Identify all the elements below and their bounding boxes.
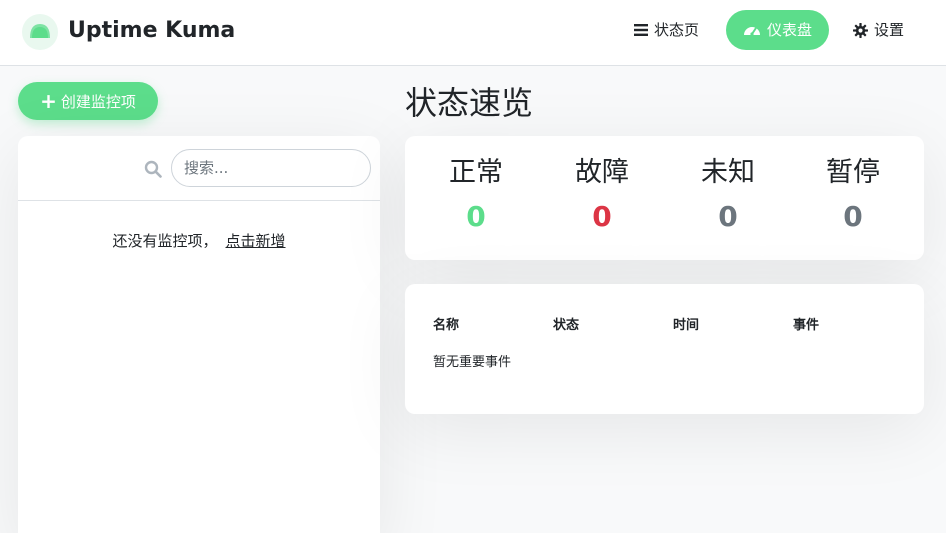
stat-pause-value: 0 [843, 200, 863, 233]
column-header-time: 时间 [673, 318, 700, 333]
search-icon [144, 160, 162, 178]
search-bar [18, 136, 380, 201]
gear-icon [853, 22, 868, 38]
plus-icon: + [40, 89, 57, 113]
no-events-message: 暂无重要事件 [433, 355, 512, 370]
column-header-status: 状态 [553, 318, 580, 333]
kuma-logo-icon[interactable] [22, 14, 58, 50]
column-header-event: 事件 [793, 318, 820, 333]
stat-down-label: 故障 [575, 157, 629, 188]
nav-dashboard[interactable]: 仪表盘 [726, 10, 829, 50]
column-header-name: 名称 [433, 318, 460, 333]
create-monitor-label: 创建监控项 [60, 92, 136, 111]
create-monitor-button[interactable]: + 创建监控项 [18, 82, 158, 120]
important-events-table: 名称 状态 时间 事件 暂无重要事件 [405, 284, 924, 414]
stat-unknown: 未知 0 [673, 154, 783, 236]
stat-down: 故障 0 [547, 154, 657, 236]
app-title[interactable]: Uptime Kuma [68, 16, 235, 46]
stat-pause: 暂停 0 [798, 154, 908, 236]
stat-pause-label: 暂停 [826, 157, 880, 188]
top-navbar: Uptime Kuma 状态页 仪表盘 设置 [0, 0, 946, 66]
stat-down-value: 0 [592, 200, 612, 233]
status-overview-card: 正常 0 故障 0 未知 0 暂停 0 [405, 136, 924, 260]
nav-settings-label: 设置 [874, 21, 905, 39]
stat-up-value: 0 [466, 200, 486, 233]
search-input[interactable] [171, 149, 371, 187]
add-monitor-link[interactable]: 点击新增 [226, 232, 286, 250]
stat-unknown-label: 未知 [701, 157, 755, 188]
stat-up: 正常 0 [421, 154, 531, 236]
empty-monitor-text: 还没有监控项， [112, 232, 218, 250]
stat-up-label: 正常 [449, 157, 503, 188]
nav-settings[interactable]: 设置 [853, 10, 904, 50]
nav-dashboard-label: 仪表盘 [766, 21, 812, 39]
nav-status-page-label: 状态页 [654, 21, 700, 39]
empty-monitor-message: 还没有监控项， 点击新增 [18, 230, 380, 251]
list-icon [634, 24, 648, 36]
tachometer-icon [743, 27, 760, 36]
page-title: 状态速览 [405, 84, 534, 122]
nav-status-page[interactable]: 状态页 [634, 10, 699, 50]
monitor-list-panel: 还没有监控项， 点击新增 [18, 136, 380, 533]
stat-unknown-value: 0 [718, 200, 738, 233]
